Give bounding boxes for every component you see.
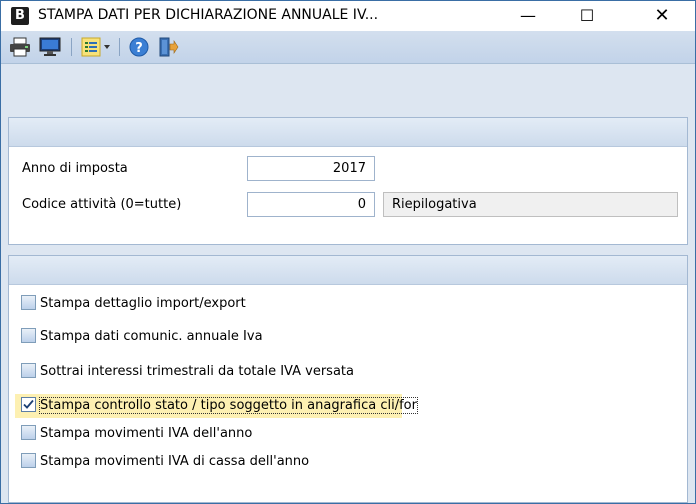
option-label: Stampa dettaglio import/export [40, 296, 246, 311]
options-dropdown-icon[interactable] [81, 37, 113, 57]
panel-header [9, 256, 687, 285]
window-title: STAMPA DATI PER DICHIARAZIONE ANNUALE IV… [38, 7, 379, 23]
option-sottrai-interessi[interactable]: Sottrai interessi trimestrali da totale … [21, 360, 354, 383]
fiscal-year-panel: Anno di imposta 2017 Codice attività (0=… [8, 117, 688, 245]
minimize-button[interactable]: — [505, 1, 551, 31]
options-panel: Stampa dettaglio import/export Stampa da… [8, 255, 688, 503]
option-movimenti-iva[interactable]: Stampa movimenti IVA dell'anno [21, 422, 252, 445]
app-icon: B [11, 7, 29, 25]
checkbox-unchecked[interactable] [21, 425, 36, 440]
option-label: Sottrai interessi trimestrali da totale … [40, 364, 354, 379]
monitor-icon[interactable] [39, 37, 61, 57]
codice-description: Riepilogativa [383, 192, 678, 217]
checkbox-unchecked[interactable] [21, 363, 36, 378]
anno-input[interactable]: 2017 [247, 156, 375, 181]
anno-label: Anno di imposta [22, 161, 128, 176]
panel-header [9, 118, 687, 147]
exit-icon[interactable] [157, 37, 179, 57]
codice-label: Codice attività (0=tutte) [22, 197, 182, 212]
toolbar-separator [71, 38, 72, 56]
dialog-window: B STAMPA DATI PER DICHIARAZIONE ANNUALE … [0, 0, 696, 504]
close-button[interactable]: ✕ [639, 1, 685, 31]
check-icon [23, 399, 34, 409]
toolbar-separator [119, 38, 120, 56]
option-movimenti-cassa[interactable]: Stampa movimenti IVA di cassa dell'anno [21, 450, 309, 473]
toolbar: ? [1, 31, 695, 64]
svg-text:?: ? [135, 41, 143, 56]
help-icon[interactable]: ? [128, 37, 150, 57]
checkbox-unchecked[interactable] [21, 295, 36, 310]
codice-attivita-input[interactable]: 0 [247, 192, 375, 217]
checkbox-unchecked[interactable] [21, 328, 36, 343]
option-label: Stampa controllo stato / tipo soggetto i… [39, 397, 418, 414]
option-label: Stampa movimenti IVA di cassa dell'anno [40, 454, 310, 469]
option-label: Stampa dati comunic. annuale Iva [40, 329, 263, 344]
option-comunic-annuale[interactable]: Stampa dati comunic. annuale Iva [21, 325, 263, 348]
checkbox-unchecked[interactable] [21, 453, 36, 468]
maximize-button[interactable]: ☐ [564, 1, 610, 31]
printer-icon[interactable] [9, 37, 31, 57]
option-label: Stampa movimenti IVA dell'anno [40, 426, 253, 441]
dialog-content: Anno di imposta 2017 Codice attività (0=… [1, 64, 695, 503]
checkbox-checked[interactable] [21, 397, 36, 412]
option-controllo-stato[interactable]: Stampa controllo stato / tipo soggetto i… [21, 394, 418, 417]
option-import-export[interactable]: Stampa dettaglio import/export [21, 292, 246, 315]
title-bar[interactable]: B STAMPA DATI PER DICHIARAZIONE ANNUALE … [1, 1, 695, 31]
